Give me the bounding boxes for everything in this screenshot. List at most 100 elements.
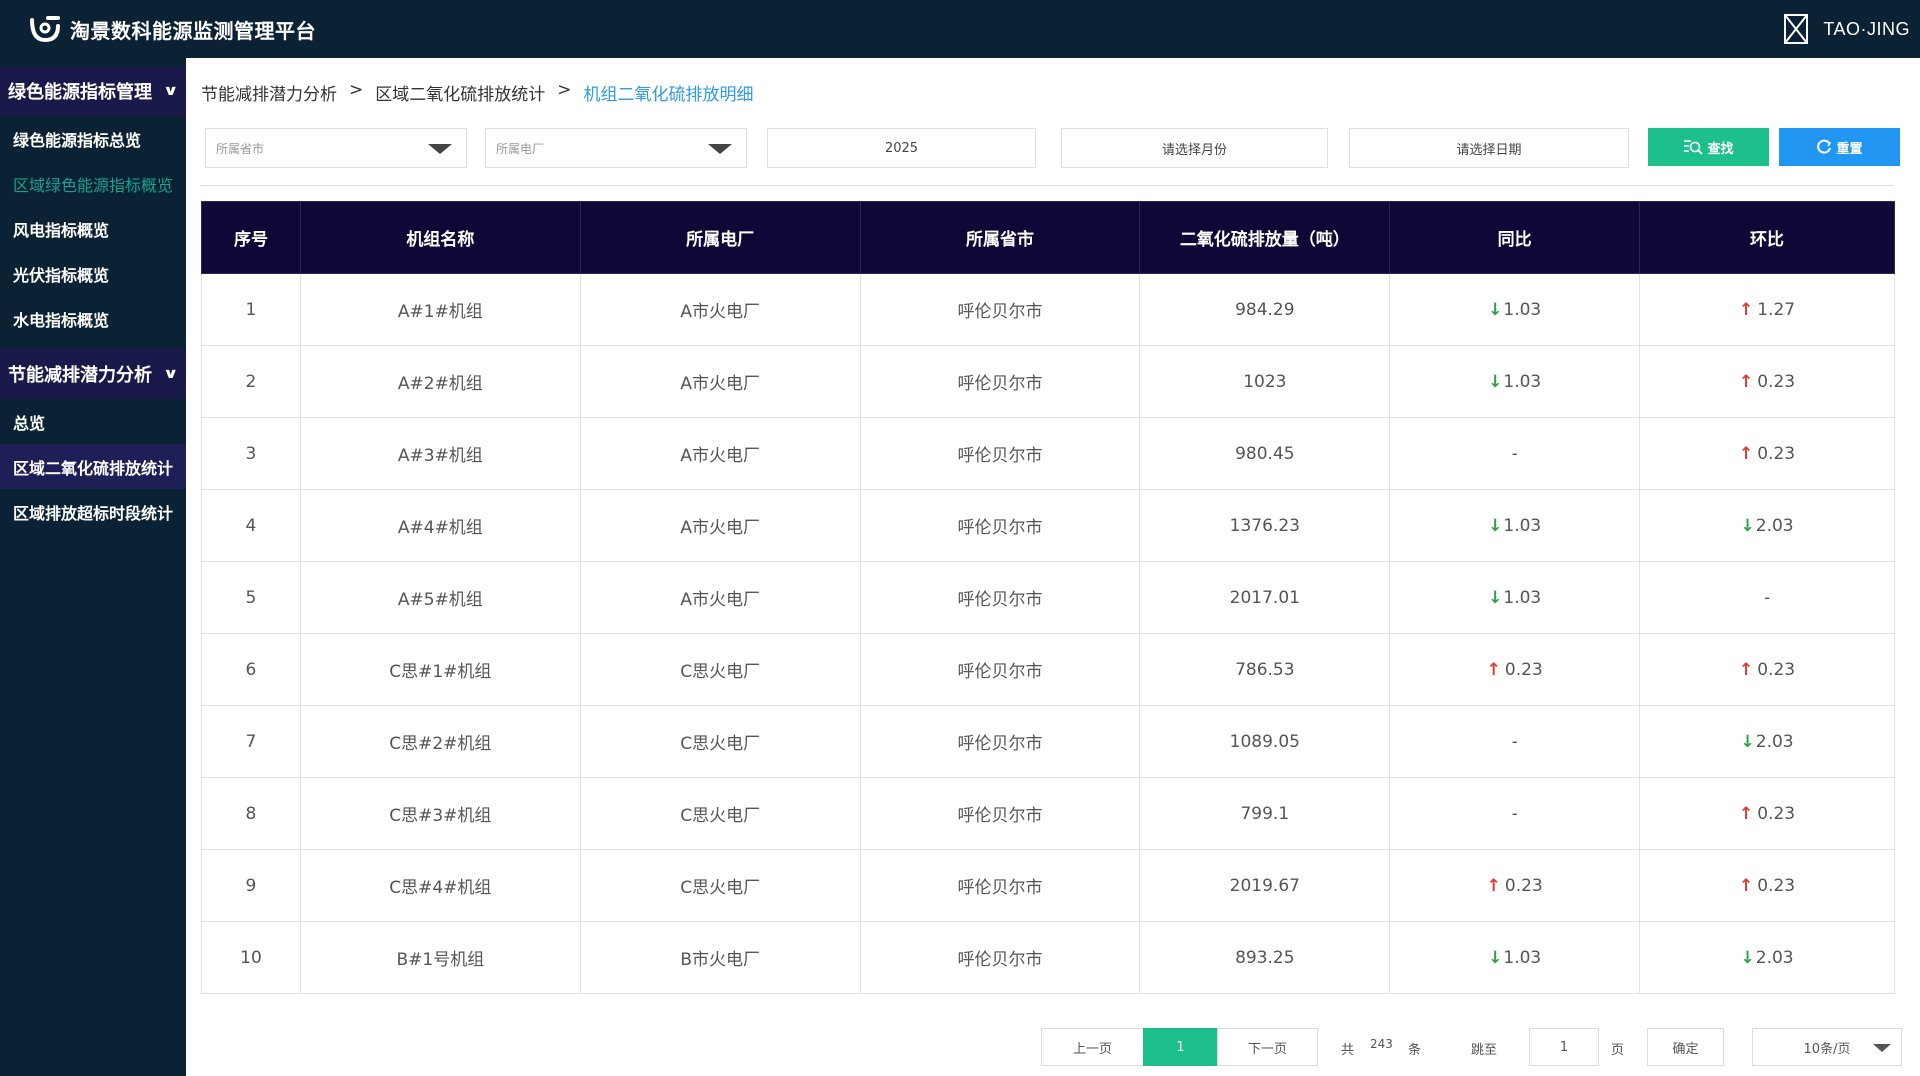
cell-city: 呼伦贝尔市: [859, 345, 1141, 418]
year-field[interactable]: 2025: [767, 128, 1036, 168]
cell-mom-value: 0.23: [1757, 803, 1796, 824]
cell-yoy-value: 0.23: [1504, 659, 1543, 680]
cell-yoy-value: 1.03: [1503, 947, 1542, 968]
arrow-down-icon: ↓: [1740, 731, 1755, 752]
sidebar-item-regional-green-energy[interactable]: 区域绿色能源指标概览: [0, 161, 186, 206]
cell-unit-name: C思#1#机组: [299, 633, 581, 706]
top-bar: 淘景数科能源监测管理平台 TAO·JING: [0, 0, 1920, 58]
cell-yoy: -: [1389, 777, 1641, 850]
cell-yoy-value: 1.03: [1503, 587, 1542, 608]
cell-plant: C思火电厂: [579, 633, 861, 706]
column-header-city[interactable]: 所属省市: [859, 201, 1141, 274]
cell-yoy: ↓1.03: [1389, 489, 1641, 562]
arrow-down-icon: ↓: [1488, 515, 1503, 536]
cell-mom: ↑ 0.23: [1639, 777, 1895, 850]
table-row[interactable]: 2 A#2#机组 A市火电厂 呼伦贝尔市 1023 ↓1.03 ↑ 0.23: [201, 345, 1895, 418]
table-row[interactable]: 1 A#1#机组 A市火电厂 呼伦贝尔市 984.29 ↓1.03 ↑ 1.27: [201, 273, 1895, 346]
cell-unit-name: C思#4#机组: [299, 849, 581, 922]
breadcrumb: 节能减排潜力分析 > 区域二氧化硫排放统计 > 机组二氧化硫排放明细: [201, 80, 754, 105]
column-header-no[interactable]: 序号: [201, 201, 301, 274]
cell-plant: A市火电厂: [579, 273, 861, 346]
brand[interactable]: 淘景数科能源监测管理平台: [28, 14, 316, 44]
column-header-yoy[interactable]: 同比: [1389, 201, 1641, 274]
sidebar-group-green-energy[interactable]: 绿色能源指标管理 ∨: [0, 66, 186, 116]
chevron-down-icon: ∨: [162, 83, 179, 99]
sidebar-item-hydro[interactable]: 水电指标概览: [0, 296, 186, 341]
cell-no: 6: [201, 633, 301, 706]
column-header-unit-name[interactable]: 机组名称: [299, 201, 581, 274]
cell-mom: ↓2.03: [1639, 921, 1895, 994]
cell-mom-value: 0.23: [1757, 443, 1796, 464]
sidebar-item-green-energy-overview[interactable]: 绿色能源指标总览: [0, 116, 186, 161]
reset-button[interactable]: 重置: [1779, 128, 1900, 166]
province-select-placeholder: 所属省市: [216, 141, 265, 156]
table-row[interactable]: 10 B#1号机组 B市火电厂 呼伦贝尔市 893.25 ↓1.03 ↓2.03: [201, 921, 1895, 994]
sidebar-group-emission-analysis[interactable]: 节能减排潜力分析 ∨: [0, 349, 186, 399]
cell-no: 10: [201, 921, 301, 994]
cell-plant: A市火电厂: [579, 417, 861, 490]
column-header-so2[interactable]: 二氧化硫排放量（吨）: [1139, 201, 1391, 274]
cell-mom-value: -: [1763, 587, 1771, 608]
cell-city: 呼伦贝尔市: [859, 561, 1141, 634]
confirm-jump-button[interactable]: 确定: [1647, 1028, 1724, 1066]
app-logo-icon: [30, 16, 60, 43]
search-list-icon: [1684, 140, 1704, 155]
province-select[interactable]: 所属省市: [205, 128, 467, 168]
next-page-button[interactable]: 下一页: [1217, 1028, 1318, 1066]
sidebar-item-exceed-period[interactable]: 区域排放超标时段统计: [0, 489, 186, 534]
table-row[interactable]: 7 C思#2#机组 C思火电厂 呼伦贝尔市 1089.05 - ↓2.03: [201, 705, 1895, 778]
refresh-icon: [1817, 139, 1832, 154]
page-size-select[interactable]: 10条/页: [1752, 1028, 1902, 1066]
breadcrumb-level1[interactable]: 节能减排潜力分析: [201, 80, 337, 105]
arrow-down-icon: ↓: [1488, 371, 1503, 392]
table-row[interactable]: 3 A#3#机组 A市火电厂 呼伦贝尔市 980.45 - ↑ 0.23: [201, 417, 1895, 490]
arrow-up-icon: ↑: [1486, 875, 1501, 896]
page-1-button[interactable]: 1: [1143, 1028, 1218, 1066]
column-header-plant[interactable]: 所属电厂: [579, 201, 861, 274]
date-picker[interactable]: 请选择日期: [1349, 128, 1629, 168]
cell-so2: 893.25: [1139, 921, 1391, 994]
page-suffix: 页: [1611, 1043, 1625, 1058]
caret-down-icon: [1873, 1044, 1891, 1052]
cell-plant: A市火电厂: [579, 489, 861, 562]
cell-no: 8: [201, 777, 301, 850]
divider: [201, 185, 1894, 186]
cell-unit-name: A#3#机组: [299, 417, 581, 490]
table-row[interactable]: 4 A#4#机组 A市火电厂 呼伦贝尔市 1376.23 ↓1.03 ↓2.03: [201, 489, 1895, 562]
column-header-mom[interactable]: 环比: [1639, 201, 1895, 274]
table-row[interactable]: 9 C思#4#机组 C思火电厂 呼伦贝尔市 2019.67 ↑ 0.23 ↑ 0.23: [201, 849, 1895, 922]
search-button[interactable]: 查找: [1648, 128, 1769, 166]
year-value: 2025: [884, 140, 919, 156]
cell-yoy-value: -: [1511, 803, 1518, 824]
cell-so2: 2019.67: [1139, 849, 1391, 922]
sidebar-item-regional-so2[interactable]: 区域二氧化硫排放统计: [0, 444, 186, 489]
jump-page-input[interactable]: 1: [1529, 1028, 1599, 1066]
breadcrumb-level2[interactable]: 区域二氧化硫排放统计: [375, 80, 545, 105]
cell-mom: ↓2.03: [1639, 489, 1895, 562]
arrow-up-icon: ↑: [1486, 659, 1501, 680]
table-row[interactable]: 5 A#5#机组 A市火电厂 呼伦贝尔市 2017.01 ↓1.03-: [201, 561, 1895, 634]
arrow-up-icon: ↑: [1739, 659, 1754, 680]
filter-bar: 所属省市 所属电厂 2025 请选择月份 请选择日期 查找 重置: [186, 128, 1920, 170]
table-row[interactable]: 6 C思#1#机组 C思火电厂 呼伦贝尔市 786.53 ↑ 0.23 ↑ 0.23: [201, 633, 1895, 706]
cell-so2: 786.53: [1139, 633, 1391, 706]
cell-yoy: ↓1.03: [1389, 561, 1641, 634]
emission-table: 序号 机组名称 所属电厂 所属省市 二氧化硫排放量（吨） 同比 环比 1 A#1#…: [201, 201, 1895, 994]
cell-mom-value: 0.23: [1757, 371, 1796, 392]
sidebar-item-solar[interactable]: 光伏指标概览: [0, 251, 186, 296]
sidebar-item-wind[interactable]: 风电指标概览: [0, 206, 186, 251]
sidebar-item-overview[interactable]: 总览: [0, 399, 186, 444]
cell-no: 3: [201, 417, 301, 490]
caret-down-icon: [708, 144, 732, 154]
table-row[interactable]: 8 C思#3#机组 C思火电厂 呼伦贝尔市 799.1 - ↑ 0.23: [201, 777, 1895, 850]
month-picker[interactable]: 请选择月份: [1061, 128, 1328, 168]
cell-so2: 2017.01: [1139, 561, 1391, 634]
cell-yoy: ↑ 0.23: [1389, 849, 1641, 922]
prev-page-button[interactable]: 上一页: [1041, 1028, 1144, 1066]
month-placeholder: 请选择月份: [1161, 142, 1227, 158]
cell-plant: A市火电厂: [579, 561, 861, 634]
app-title: 淘景数科能源监测管理平台: [70, 18, 316, 43]
plant-select[interactable]: 所属电厂: [485, 128, 747, 168]
cell-yoy: ↓1.03: [1389, 921, 1641, 994]
cell-no: 4: [201, 489, 301, 562]
